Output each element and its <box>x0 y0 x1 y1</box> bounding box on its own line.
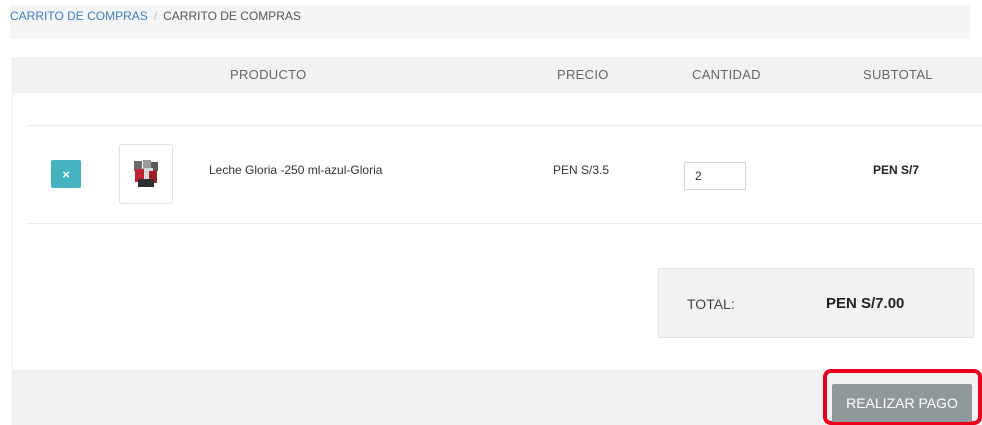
header-quantity: CANTIDAD <box>692 67 761 82</box>
cart-table: PRODUCTO PRECIO CANTIDAD SUBTOTAL × Lech… <box>12 57 982 425</box>
breadcrumb-link-cart[interactable]: CARRITO DE COMPRAS <box>10 9 148 23</box>
total-value: PEN S/7.00 <box>826 295 905 312</box>
product-thumbnail[interactable] <box>119 144 173 204</box>
total-box: TOTAL: PEN S/7.00 <box>658 268 974 338</box>
close-icon: × <box>62 166 70 182</box>
breadcrumb: CARRITO DE COMPRAS / CARRITO DE COMPRAS <box>10 5 970 39</box>
row-divider-bottom <box>27 223 982 224</box>
header-product: PRODUCTO <box>230 67 307 82</box>
row-divider-top <box>27 125 982 126</box>
total-label: TOTAL: <box>687 296 735 312</box>
header-subtotal: SUBTOTAL <box>863 67 933 82</box>
header-price: PRECIO <box>557 67 609 82</box>
milk-can-image <box>134 160 158 187</box>
product-name[interactable]: Leche Gloria -250 ml-azul-Gloria <box>209 163 382 177</box>
checkout-button[interactable]: REALIZAR PAGO <box>832 384 972 422</box>
row-subtotal: PEN S/7 <box>873 163 920 177</box>
remove-item-button[interactable]: × <box>51 160 81 188</box>
breadcrumb-separator: / <box>153 9 158 23</box>
quantity-input[interactable]: 2 <box>684 162 746 190</box>
table-header: PRODUCTO PRECIO CANTIDAD SUBTOTAL <box>13 57 982 93</box>
product-price: PEN S/3.5 <box>553 163 610 177</box>
breadcrumb-current: CARRITO DE COMPRAS <box>163 9 301 23</box>
